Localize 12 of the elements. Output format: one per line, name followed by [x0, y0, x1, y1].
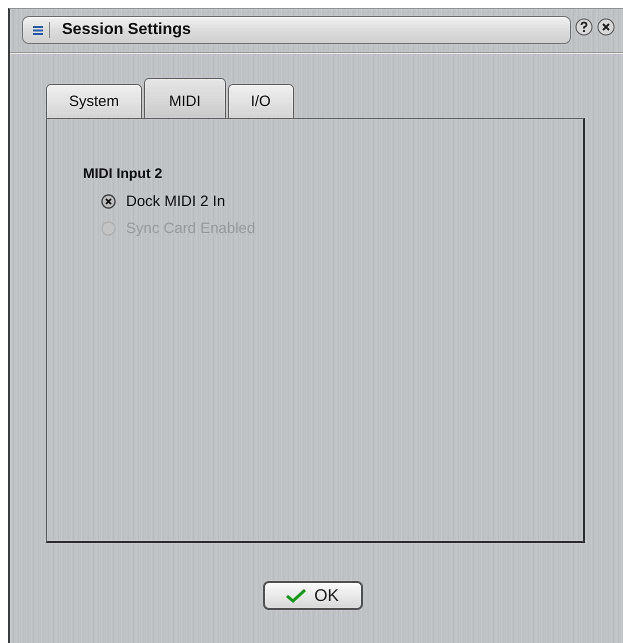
ok-button[interactable]: OK: [262, 581, 362, 610]
group-title: MIDI Input 2: [83, 165, 164, 181]
close-icon[interactable]: [597, 18, 615, 36]
tab[interactable]: I/O: [228, 84, 294, 118]
help-icon[interactable]: [575, 18, 593, 36]
tab[interactable]: MIDI: [144, 78, 226, 118]
radio-label: Dock MIDI 2 In: [126, 193, 226, 210]
window-title: Session Settings: [62, 21, 191, 39]
menu-icon[interactable]: [33, 26, 43, 34]
tab[interactable]: System: [46, 84, 142, 118]
checkmark-icon: [286, 588, 306, 602]
radio-button[interactable]: [101, 194, 116, 209]
